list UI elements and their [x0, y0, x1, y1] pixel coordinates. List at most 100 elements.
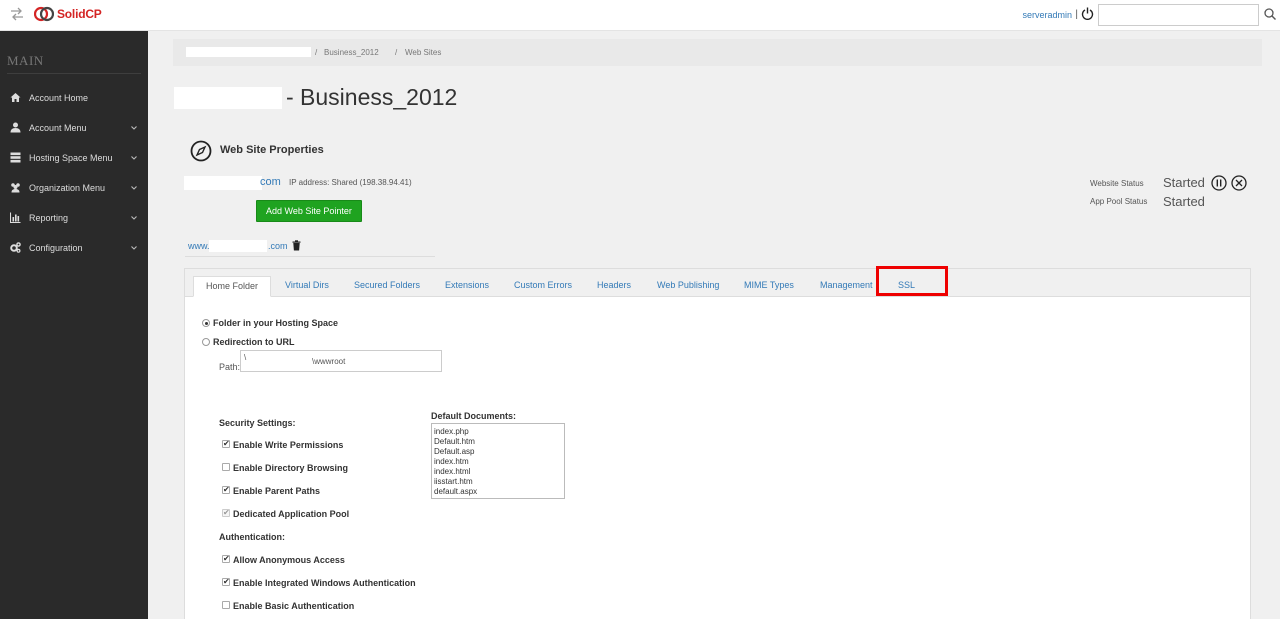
stop-icon[interactable] [1231, 175, 1247, 191]
user-separator: | [1075, 9, 1078, 20]
app-pool-status-label: App Pool Status [1090, 197, 1148, 206]
tab-extensions[interactable]: Extensions [445, 276, 489, 297]
app-pool-status-value: Started [1163, 194, 1205, 209]
checkbox-label: Enable Directory Browsing [233, 463, 349, 473]
ssl-tab-highlight [876, 266, 948, 296]
solidcp-logo[interactable]: SolidCP [34, 5, 102, 23]
tab-management[interactable]: Management [820, 276, 873, 297]
breadcrumb-space-link[interactable]: Business_2012 [324, 48, 379, 57]
logout-power-icon[interactable] [1081, 7, 1094, 20]
security-settings-title: Security Settings: [219, 418, 296, 428]
sidebar-item-configuration[interactable]: Configuration [0, 237, 148, 259]
checkbox-basic-auth[interactable] [222, 601, 230, 609]
checkbox-dedicated-app-pool[interactable] [222, 507, 230, 518]
checkbox-directory-browsing[interactable] [222, 463, 230, 471]
pointer-link-prefix[interactable]: www. [188, 241, 210, 251]
checkbox-anonymous-access[interactable] [222, 553, 230, 564]
breadcrumb-separator: / [315, 48, 318, 57]
server-icon [10, 152, 21, 163]
checkbox-label: Dedicated Application Pool [233, 509, 350, 519]
pointer-divider [185, 256, 435, 257]
radio-label-redirect: Redirection to URL [213, 337, 295, 347]
default-document-entry: index.html [434, 467, 471, 476]
tab-mime-types[interactable]: MIME Types [744, 276, 794, 297]
sidebar-toggle-icon[interactable] [10, 7, 24, 21]
radio-folder-hosting-space[interactable] [202, 319, 210, 327]
path-label: Path: [219, 362, 241, 372]
tab-headers[interactable]: Headers [597, 276, 631, 297]
bar-chart-icon [10, 212, 21, 223]
page-title: - Business_2012 [286, 84, 458, 110]
checkbox-label: Enable Write Permissions [233, 440, 344, 450]
breadcrumb: / Business_2012 / Web Sites [173, 39, 1262, 66]
breadcrumb-separator: / [395, 48, 398, 57]
sidebar-item-reporting[interactable]: Reporting [0, 207, 148, 229]
chevron-down-icon [131, 246, 137, 250]
checkbox-write-permissions[interactable] [222, 438, 230, 449]
default-document-entry: index.htm [434, 457, 469, 466]
default-document-entry: default.aspx [434, 487, 478, 496]
sidebar-item-label: Account Home [29, 93, 89, 103]
user-icon [10, 122, 21, 133]
search-input[interactable] [1098, 4, 1259, 26]
logo-mark-icon [34, 6, 54, 22]
path-field[interactable]: \ \wwwroot [240, 350, 442, 372]
tab-custom-errors[interactable]: Custom Errors [514, 276, 572, 297]
search-icon[interactable] [1264, 8, 1276, 20]
default-document-entry: Default.htm [434, 437, 475, 446]
main-content: / Business_2012 / Web Sites - Business_2… [148, 31, 1280, 619]
chevron-down-icon [131, 186, 137, 190]
default-documents-textarea[interactable]: index.php Default.htm Default.asp index.htm… [431, 423, 565, 499]
tab-web-publishing[interactable]: Web Publishing [657, 276, 719, 297]
sidebar-item-label: Account Menu [29, 123, 87, 133]
sidebar-item-account-menu[interactable]: Account Menu [0, 117, 148, 139]
users-icon [11, 183, 20, 193]
sidebar-item-label: Reporting [29, 213, 69, 223]
add-web-site-pointer-button[interactable]: Add Web Site Pointer [256, 200, 362, 222]
radio-redirect-url[interactable] [202, 338, 210, 346]
sidebar: MAIN Account Home Account Menu Hosting S… [0, 31, 148, 619]
authentication-title: Authentication: [219, 532, 285, 542]
compass-icon [190, 140, 212, 162]
tab-secured-folders[interactable]: Secured Folders [354, 276, 420, 297]
checkbox-label: Enable Parent Paths [233, 486, 321, 496]
checkbox-windows-auth[interactable] [222, 576, 230, 587]
website-status-label: Website Status [1090, 179, 1144, 188]
pointer-redacted [209, 240, 267, 252]
domain-redacted [184, 176, 262, 190]
website-status-value: Started [1163, 175, 1205, 190]
sidebar-item-label: Hosting Space Menu [29, 153, 113, 163]
domain-name: com [260, 176, 281, 188]
properties-panel: Home Folder Virtual Dirs Secured Folders… [184, 266, 1251, 619]
top-bar: SolidCP serveradmin | [0, 0, 1280, 31]
checkbox-parent-paths[interactable] [222, 484, 230, 495]
tab-bar: Home Folder Virtual Dirs Secured Folders… [185, 266, 1250, 297]
tab-virtual-dirs[interactable]: Virtual Dirs [285, 276, 329, 297]
trash-icon[interactable] [292, 240, 301, 251]
pointer-link-suffix[interactable]: .com [268, 241, 288, 251]
breadcrumb-current: Web Sites [405, 48, 442, 57]
breadcrumb-redacted-link[interactable] [186, 47, 311, 57]
tab-home-folder[interactable]: Home Folder [193, 276, 272, 297]
default-document-entry: Default.asp [434, 447, 475, 456]
user-link[interactable]: serveradmin [1022, 10, 1072, 20]
checkbox-label: Enable Integrated Windows Authentication [233, 578, 416, 588]
ip-address: IP address: Shared (198.38.94.41) [289, 178, 412, 187]
checkbox-label: Enable Basic Authentication [233, 601, 355, 611]
sidebar-divider [7, 73, 141, 74]
chevron-down-icon [131, 156, 137, 160]
sidebar-item-organization-menu[interactable]: Organization Menu [0, 177, 148, 199]
home-icon [10, 93, 21, 102]
radio-label-folder: Folder in your Hosting Space [213, 318, 339, 328]
path-value-end: \wwwroot [312, 357, 346, 366]
chevron-down-icon [131, 126, 137, 130]
default-document-entry: iisstart.htm [434, 477, 473, 486]
brand-name: SolidCP [57, 7, 102, 21]
page-title-redacted [174, 87, 282, 109]
pause-icon[interactable] [1211, 175, 1227, 191]
gears-icon [10, 242, 21, 253]
section-title: Web Site Properties [220, 144, 324, 156]
sidebar-item-label: Organization Menu [29, 183, 106, 193]
sidebar-item-hosting-space-menu[interactable]: Hosting Space Menu [0, 147, 148, 169]
sidebar-item-account-home[interactable]: Account Home [0, 87, 148, 109]
